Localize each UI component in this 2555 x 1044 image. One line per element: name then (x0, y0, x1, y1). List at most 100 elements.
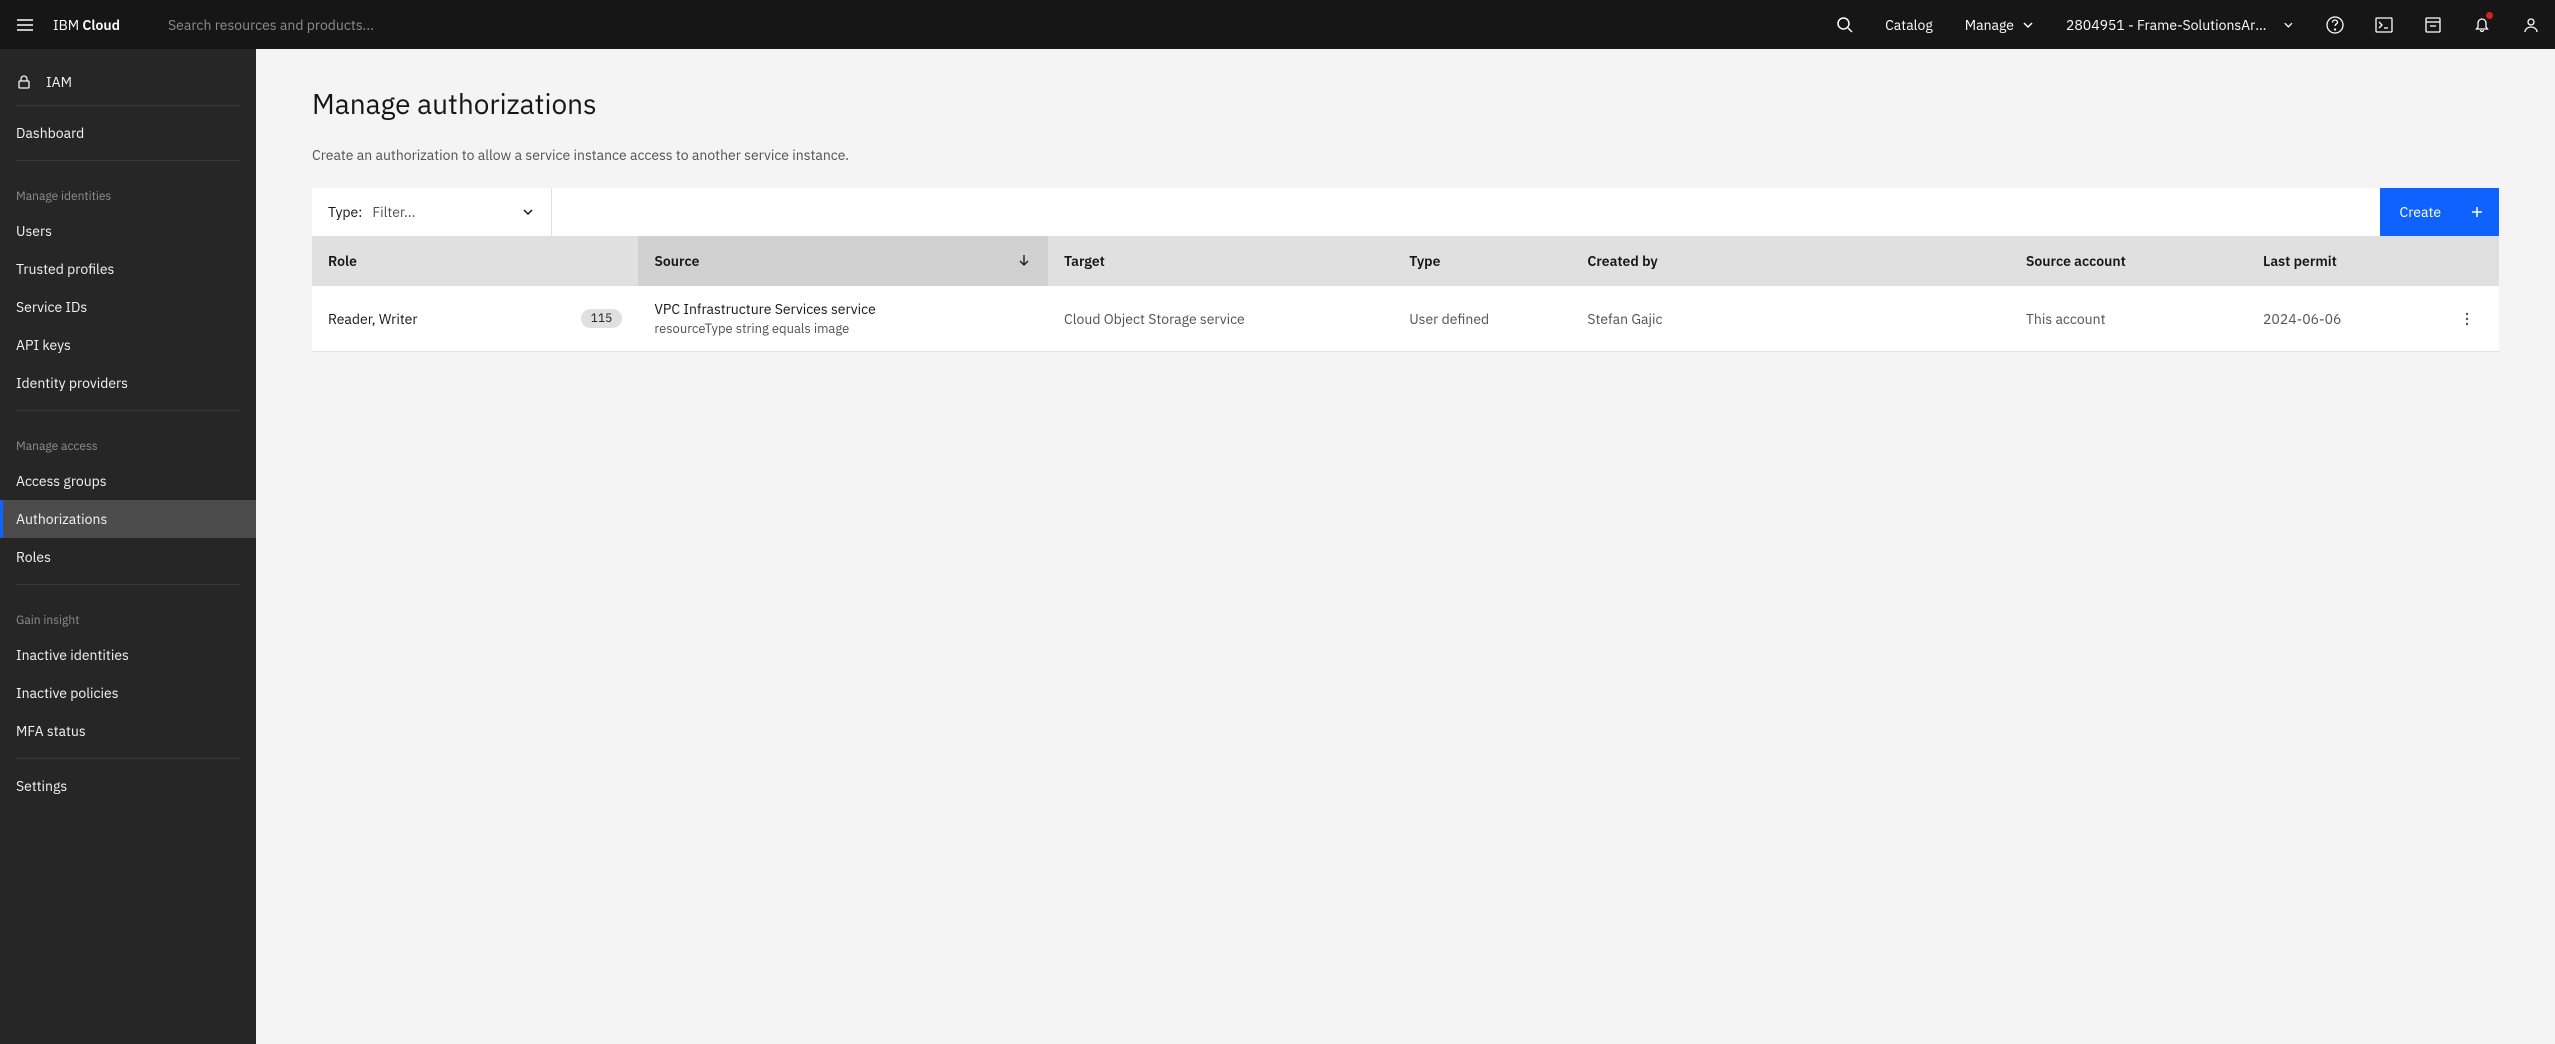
search-button[interactable] (1820, 0, 1869, 49)
sidebar-divider (16, 758, 240, 759)
notifications-button[interactable] (2457, 0, 2506, 49)
sidebar-item-trusted-profiles[interactable]: Trusted profiles (0, 250, 256, 288)
column-header-type[interactable]: Type (1393, 236, 1571, 286)
cell-role: Reader, Writer (328, 310, 418, 328)
page-title: Manage authorizations (312, 85, 2499, 122)
sidebar-divider (16, 584, 240, 585)
sidebar-item-identity-providers[interactable]: Identity providers (0, 364, 256, 402)
column-header-last-permit[interactable]: Last permit (2247, 236, 2435, 286)
sidebar-item-users[interactable]: Users (0, 212, 256, 250)
column-label: Source account (2026, 252, 2126, 270)
column-label: Last permit (2263, 252, 2337, 270)
type-filter[interactable]: Type: Filter... (312, 188, 552, 236)
top-bar: IBM Cloud Catalog Manage 2804951 - Frame… (0, 0, 2555, 49)
lock-icon (16, 74, 32, 90)
sidebar-item-label: Inactive identities (16, 646, 129, 664)
sidebar-item-mfa-status[interactable]: MFA status (0, 712, 256, 750)
sidebar-item-api-keys[interactable]: API keys (0, 326, 256, 364)
sidebar-section-manage-access: Manage access (0, 419, 256, 462)
create-button-label: Create (2400, 203, 2441, 221)
cost-button[interactable] (2408, 0, 2457, 49)
authorizations-table: Role Source Target Type Created by Sourc… (312, 236, 2499, 352)
cell-source-sub: resourceType string equals image (654, 320, 1032, 337)
help-icon (2325, 15, 2345, 35)
hamburger-icon (15, 15, 35, 35)
count-badge: 115 (581, 309, 623, 328)
sidebar-item-label: Trusted profiles (16, 260, 114, 278)
column-header-target[interactable]: Target (1048, 236, 1393, 286)
sidebar-item-label: Access groups (16, 472, 107, 490)
help-button[interactable] (2310, 0, 2359, 49)
overflow-icon (2459, 311, 2475, 327)
brand-prefix: IBM (53, 16, 82, 34)
toolbar-spacer (552, 188, 2380, 236)
column-label: Role (328, 252, 357, 270)
sidebar-item-inactive-identities[interactable]: Inactive identities (0, 636, 256, 674)
sidebar-section-manage-identities: Manage identities (0, 169, 256, 212)
sidebar-item-label: Inactive policies (16, 684, 119, 702)
search-icon (1836, 16, 1854, 34)
column-header-role[interactable]: Role (312, 236, 638, 286)
filter-label: Type: (328, 203, 362, 221)
sidebar-item-settings[interactable]: Settings (0, 767, 256, 805)
table-toolbar: Type: Filter... Create (312, 188, 2499, 236)
sidebar-item-inactive-policies[interactable]: Inactive policies (0, 674, 256, 712)
sidebar-divider (16, 160, 240, 161)
sidebar-item-label: Roles (16, 548, 51, 566)
column-header-source-account[interactable]: Source account (2010, 236, 2247, 286)
main-content: Manage authorizations Create an authoriz… (256, 49, 2555, 1044)
search-input[interactable] (168, 16, 1820, 34)
terminal-icon (2374, 15, 2394, 35)
cell-target: Cloud Object Storage service (1064, 310, 1245, 328)
plus-icon (2469, 204, 2485, 220)
sidebar-item-label: Settings (16, 777, 67, 795)
sidebar-section-gain-insight: Gain insight (0, 593, 256, 636)
cost-icon (2423, 15, 2443, 35)
column-label: Target (1064, 252, 1105, 270)
chevron-down-icon (521, 205, 535, 219)
sidebar-item-label: API keys (16, 336, 71, 354)
sidebar-item-label: Authorizations (16, 510, 107, 528)
chevron-down-icon (2283, 19, 2294, 31)
create-button[interactable]: Create (2380, 188, 2499, 236)
catalog-link[interactable]: Catalog (1869, 0, 1949, 49)
sidebar-item-label: MFA status (16, 722, 86, 740)
account-switcher[interactable]: 2804951 - Frame-SolutionsArchite... (2050, 0, 2310, 49)
arrow-down-icon (1016, 252, 1032, 268)
sidebar-item-dashboard[interactable]: Dashboard (0, 114, 256, 152)
filter-placeholder: Filter... (372, 203, 521, 221)
manage-label: Manage (1965, 16, 2014, 34)
sidebar-item-access-groups[interactable]: Access groups (0, 462, 256, 500)
catalog-label: Catalog (1885, 16, 1933, 34)
menu-button[interactable] (0, 0, 49, 49)
sidebar-item-authorizations[interactable]: Authorizations (0, 500, 256, 538)
account-label: 2804951 - Frame-SolutionsArchite... (2066, 16, 2273, 34)
sidebar-item-service-ids[interactable]: Service IDs (0, 288, 256, 326)
sidebar-item-roles[interactable]: Roles (0, 538, 256, 576)
profile-button[interactable] (2506, 0, 2555, 49)
manage-dropdown[interactable]: Manage (1949, 0, 2050, 49)
brand-logo[interactable]: IBM Cloud (49, 16, 152, 34)
sidebar-item-label: Dashboard (16, 124, 84, 142)
cell-type: User defined (1409, 310, 1489, 328)
chevron-down-icon (2022, 19, 2034, 31)
row-overflow-button[interactable] (2451, 303, 2483, 335)
column-header-overflow (2435, 236, 2499, 286)
table-row[interactable]: Reader, Writer 115 VPC Infrastructure Se… (312, 286, 2499, 352)
cell-created-by: Stefan Gajic (1587, 310, 1662, 328)
sidebar-divider (16, 410, 240, 411)
cell-source-main: VPC Infrastructure Services service (654, 300, 1032, 318)
column-label: Type (1409, 252, 1440, 270)
sidebar-header-label: IAM (46, 73, 72, 91)
user-icon (2521, 15, 2541, 35)
cell-last-permit: 2024-06-06 (2263, 310, 2341, 328)
column-header-created-by[interactable]: Created by (1571, 236, 2009, 286)
column-label: Source (654, 252, 699, 270)
notification-dot (2486, 12, 2493, 19)
column-header-source[interactable]: Source (638, 236, 1048, 286)
search-wrap (152, 0, 1820, 49)
shell-button[interactable] (2359, 0, 2408, 49)
sidebar-item-label: Users (16, 222, 52, 240)
sidebar-divider (16, 105, 240, 106)
sidebar: IAM Dashboard Manage identities Users Tr… (0, 49, 256, 1044)
